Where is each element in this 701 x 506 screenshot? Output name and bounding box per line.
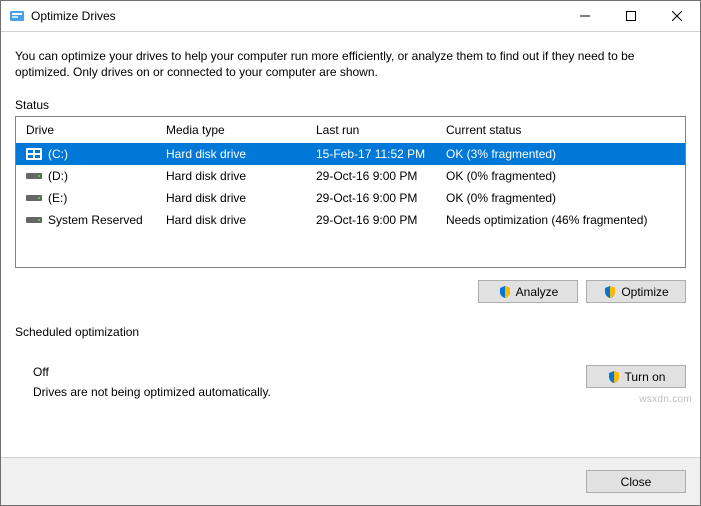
hdd-icon	[26, 170, 42, 182]
windows-drive-icon	[26, 148, 42, 160]
drive-name: (D:)	[48, 169, 68, 183]
current-status: OK (0% fragmented)	[446, 169, 675, 183]
table-row[interactable]: (C:) Hard disk drive15-Feb-17 11:52 PMOK …	[16, 143, 685, 165]
optimize-button[interactable]: Optimize	[586, 280, 686, 303]
scheduled-label: Scheduled optimization	[15, 325, 686, 339]
col-drive[interactable]: Drive	[26, 123, 166, 137]
close-label: Close	[621, 475, 652, 489]
col-last[interactable]: Last run	[316, 123, 446, 137]
scheduled-desc: Drives are not being optimized automatic…	[33, 385, 586, 399]
minimize-button[interactable]	[562, 1, 608, 31]
last-run: 29-Oct-16 9:00 PM	[316, 213, 446, 227]
last-run: 15-Feb-17 11:52 PM	[316, 147, 446, 161]
last-run: 29-Oct-16 9:00 PM	[316, 169, 446, 183]
close-footer-button[interactable]: Close	[586, 470, 686, 493]
action-buttons: Analyze Optimize	[15, 280, 686, 303]
drive-name: (C:)	[48, 147, 68, 161]
scheduled-section: Off Drives are not being optimized autom…	[15, 365, 686, 399]
table-row[interactable]: System Reserved Hard disk drive29-Oct-16 …	[16, 209, 685, 231]
col-media[interactable]: Media type	[166, 123, 316, 137]
maximize-button[interactable]	[608, 1, 654, 31]
shield-icon	[607, 370, 621, 384]
optimize-label: Optimize	[621, 285, 668, 299]
app-icon	[9, 8, 25, 24]
media-type: Hard disk drive	[166, 213, 316, 227]
table-row[interactable]: (E:) Hard disk drive29-Oct-16 9:00 PMOK (…	[16, 187, 685, 209]
footer: Close	[1, 457, 700, 505]
drives-table: Drive Media type Last run Current status…	[15, 116, 686, 268]
shield-icon	[498, 285, 512, 299]
watermark: wsxdn.com	[639, 394, 692, 405]
titlebar: Optimize Drives	[1, 1, 700, 32]
turn-on-label: Turn on	[625, 370, 666, 384]
media-type: Hard disk drive	[166, 169, 316, 183]
intro-text: You can optimize your drives to help you…	[15, 48, 686, 80]
current-status: OK (0% fragmented)	[446, 191, 675, 205]
window-title: Optimize Drives	[31, 9, 562, 23]
status-label: Status	[15, 98, 686, 112]
close-button[interactable]	[654, 1, 700, 31]
turn-on-button[interactable]: Turn on	[586, 365, 686, 388]
titlebar-buttons	[562, 1, 700, 31]
drive-name: System Reserved	[48, 213, 143, 227]
current-status: OK (3% fragmented)	[446, 147, 675, 161]
current-status: Needs optimization (46% fragmented)	[446, 213, 675, 227]
analyze-button[interactable]: Analyze	[478, 280, 578, 303]
drive-name: (E:)	[48, 191, 67, 205]
analyze-label: Analyze	[516, 285, 559, 299]
hdd-icon	[26, 192, 42, 204]
content-area: You can optimize your drives to help you…	[1, 32, 700, 457]
last-run: 29-Oct-16 9:00 PM	[316, 191, 446, 205]
shield-icon	[603, 285, 617, 299]
table-header: Drive Media type Last run Current status	[16, 117, 685, 143]
media-type: Hard disk drive	[166, 147, 316, 161]
hdd-icon	[26, 214, 42, 226]
media-type: Hard disk drive	[166, 191, 316, 205]
col-status[interactable]: Current status	[446, 123, 675, 137]
table-row[interactable]: (D:) Hard disk drive29-Oct-16 9:00 PMOK (…	[16, 165, 685, 187]
scheduled-state: Off	[33, 365, 586, 379]
